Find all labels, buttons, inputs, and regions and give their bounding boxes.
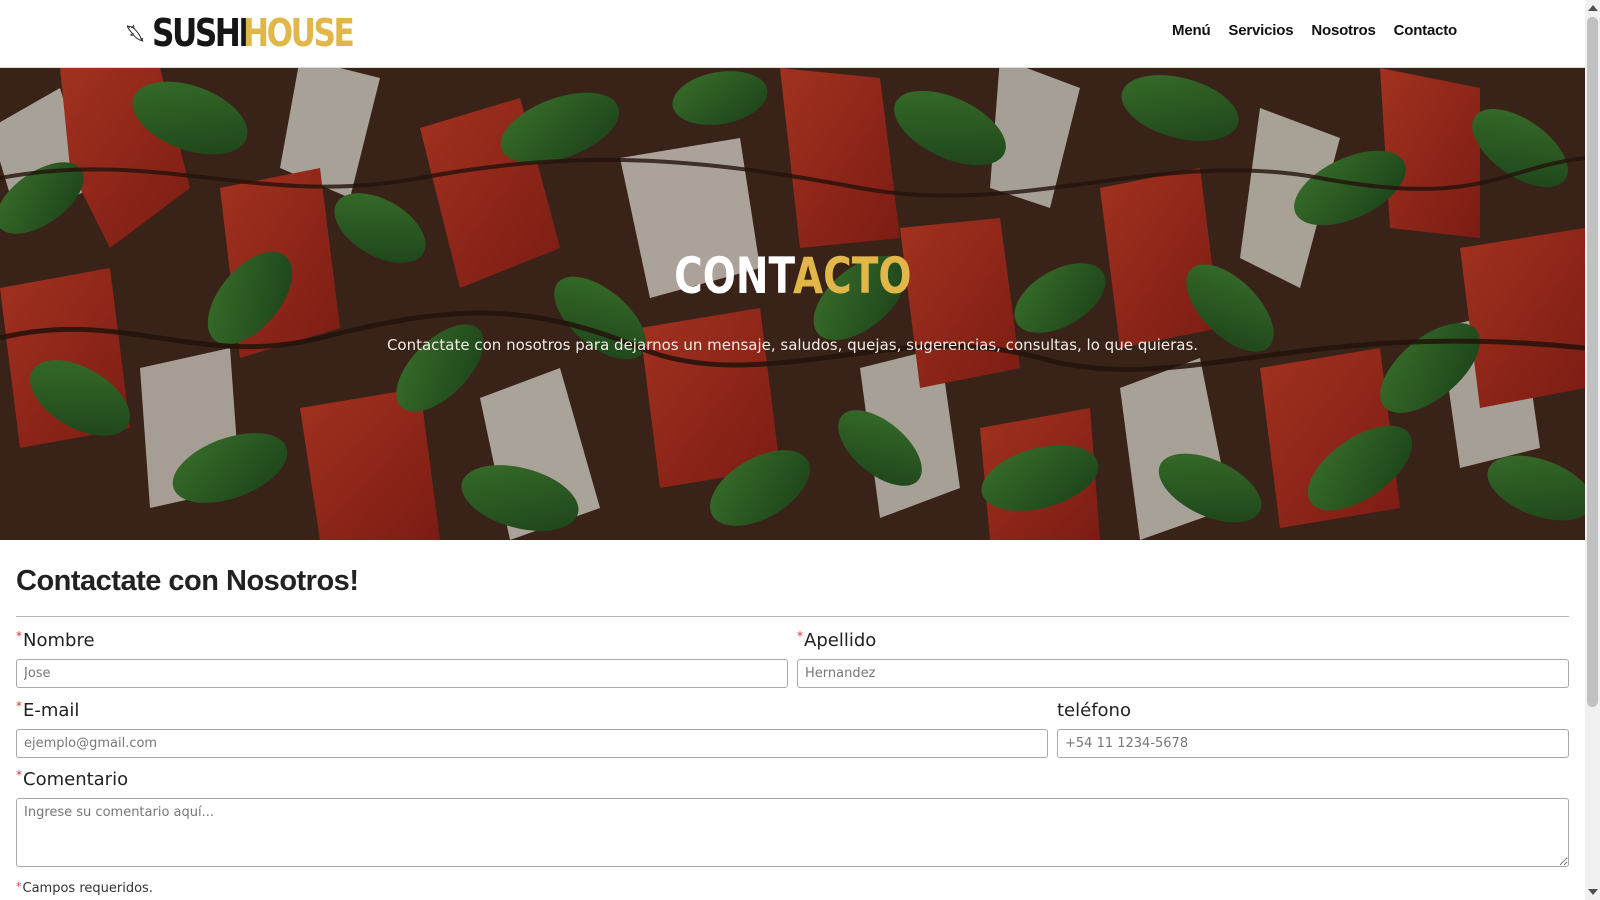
scroll-up-arrow-icon[interactable]	[1588, 5, 1598, 11]
email-label: *E-mail	[16, 699, 80, 721]
fish-icon	[126, 24, 144, 42]
navbar: SUSHI HOUSE Menú Servicios Nosotros Cont…	[0, 0, 1585, 68]
apellido-input[interactable]	[797, 659, 1569, 688]
comentario-label: *Comentario	[16, 768, 129, 790]
hero-title: CONTACTO	[0, 246, 1585, 306]
email-input[interactable]	[16, 729, 1048, 758]
nombre-label-text: Nombre	[23, 630, 95, 651]
hero-title-part1: CONT	[674, 247, 796, 305]
nav-link-servicios[interactable]: Servicios	[1228, 22, 1293, 39]
nav-link-nosotros[interactable]: Nosotros	[1311, 22, 1375, 39]
apellido-label-text: Apellido	[804, 630, 877, 651]
logo[interactable]: SUSHI HOUSE	[126, 10, 376, 56]
logo-text-sushi: SUSHI	[152, 11, 250, 55]
scroll-down-arrow-icon[interactable]	[1588, 889, 1598, 895]
hero-subtitle: Contactate con nosotros para dejarnos un…	[386, 336, 1199, 354]
logo-text-house: HOUSE	[242, 11, 355, 55]
required-mark: *	[16, 699, 22, 713]
hero-banner: CONTACTO Contactate con nosotros para de…	[0, 68, 1585, 540]
nav-menu: Menú Servicios Nosotros Contacto	[1172, 22, 1457, 39]
required-mark: *	[16, 629, 22, 643]
divider	[16, 616, 1569, 617]
telefono-input[interactable]	[1057, 729, 1569, 758]
required-mark: *	[16, 880, 22, 893]
scrollbar-thumb[interactable]	[1587, 17, 1598, 707]
apellido-label: *Apellido	[797, 629, 877, 651]
nav-link-menu[interactable]: Menú	[1172, 22, 1211, 39]
comentario-textarea[interactable]	[16, 798, 1569, 867]
email-label-text: E-mail	[23, 700, 80, 721]
telefono-label-text: teléfono	[1057, 700, 1131, 721]
telefono-label: teléfono	[1057, 700, 1131, 721]
nav-link-contacto[interactable]: Contacto	[1394, 22, 1458, 39]
form-title: Contactate con Nosotros!	[16, 565, 359, 597]
nombre-label: *Nombre	[16, 629, 95, 651]
comentario-label-text: Comentario	[23, 769, 129, 790]
required-note-text: Campos requeridos.	[22, 881, 153, 896]
required-mark: *	[16, 768, 22, 782]
nombre-input[interactable]	[16, 659, 788, 688]
hero-title-part2: ACTO	[793, 247, 912, 305]
scrollbar[interactable]	[1585, 0, 1600, 900]
required-mark: *	[797, 629, 803, 643]
required-fields-note: *Campos requeridos.	[16, 880, 153, 896]
